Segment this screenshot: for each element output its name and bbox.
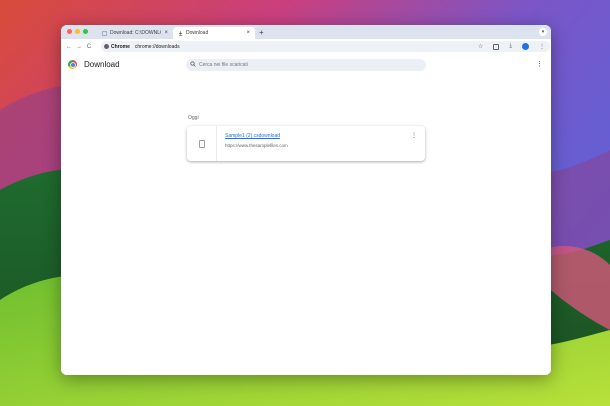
download-icon: [178, 30, 183, 36]
url-text[interactable]: chrome://downloads: [135, 44, 180, 50]
download-item: Sample1 (2).csdownload https://www.thesa…: [187, 126, 425, 161]
close-tab-icon[interactable]: ×: [164, 30, 168, 36]
tab-strip: Download: C:\DOWNLOAD su × Download × + …: [61, 25, 551, 39]
tab-title: Download: [186, 30, 209, 36]
chrome-icon: [104, 44, 109, 49]
search-box[interactable]: [186, 59, 426, 71]
file-icon: [198, 139, 205, 148]
file-thumbnail: [187, 126, 217, 161]
search-icon: [190, 61, 196, 69]
download-source-url: https://www.thesamplefiles.com: [225, 143, 288, 148]
minimize-window-button[interactable]: [75, 29, 80, 34]
page-title: Download: [84, 60, 120, 69]
downloads-button-icon[interactable]: ⤓: [509, 43, 512, 50]
tab-download-path[interactable]: Download: C:\DOWNLOAD su ×: [97, 27, 173, 39]
download-file-link[interactable]: Sample1 (2).csdownload: [225, 133, 280, 139]
browser-menu-icon[interactable]: ⋮: [539, 43, 545, 50]
maximize-window-button[interactable]: [83, 29, 88, 34]
tab-search-button[interactable]: ▾: [539, 28, 547, 36]
extensions-icon[interactable]: [493, 43, 500, 50]
download-more-icon[interactable]: ⋮: [411, 132, 417, 139]
back-button[interactable]: ←: [64, 44, 74, 50]
chrome-logo-icon: [68, 60, 77, 69]
page-icon: [102, 30, 107, 36]
new-tab-button[interactable]: +: [259, 27, 264, 39]
search-input[interactable]: [199, 62, 399, 68]
profile-avatar-icon[interactable]: [522, 43, 529, 50]
tab-title: Download: C:\DOWNLOAD su: [110, 30, 161, 36]
toolbar-actions: ☆ ⤓ ⋮: [478, 39, 545, 54]
downloads-page: Download ⋮ Oggi Sample1 (2).csdownload h…: [61, 54, 551, 375]
bookmark-star-icon[interactable]: ☆: [478, 43, 483, 50]
close-tab-icon[interactable]: ×: [246, 30, 250, 36]
window-controls: [67, 29, 88, 34]
close-window-button[interactable]: [67, 29, 72, 34]
page-more-icon[interactable]: ⋮: [536, 60, 543, 68]
date-section-label: Oggi: [188, 115, 199, 121]
browser-window: Download: C:\DOWNLOAD su × Download × + …: [61, 25, 551, 375]
tab-downloads[interactable]: Download ×: [173, 27, 255, 39]
reload-button[interactable]: C: [84, 44, 94, 50]
forward-button[interactable]: →: [74, 44, 84, 50]
site-info-chip[interactable]: Chrome: [104, 44, 130, 50]
chip-label: Chrome: [111, 43, 130, 50]
